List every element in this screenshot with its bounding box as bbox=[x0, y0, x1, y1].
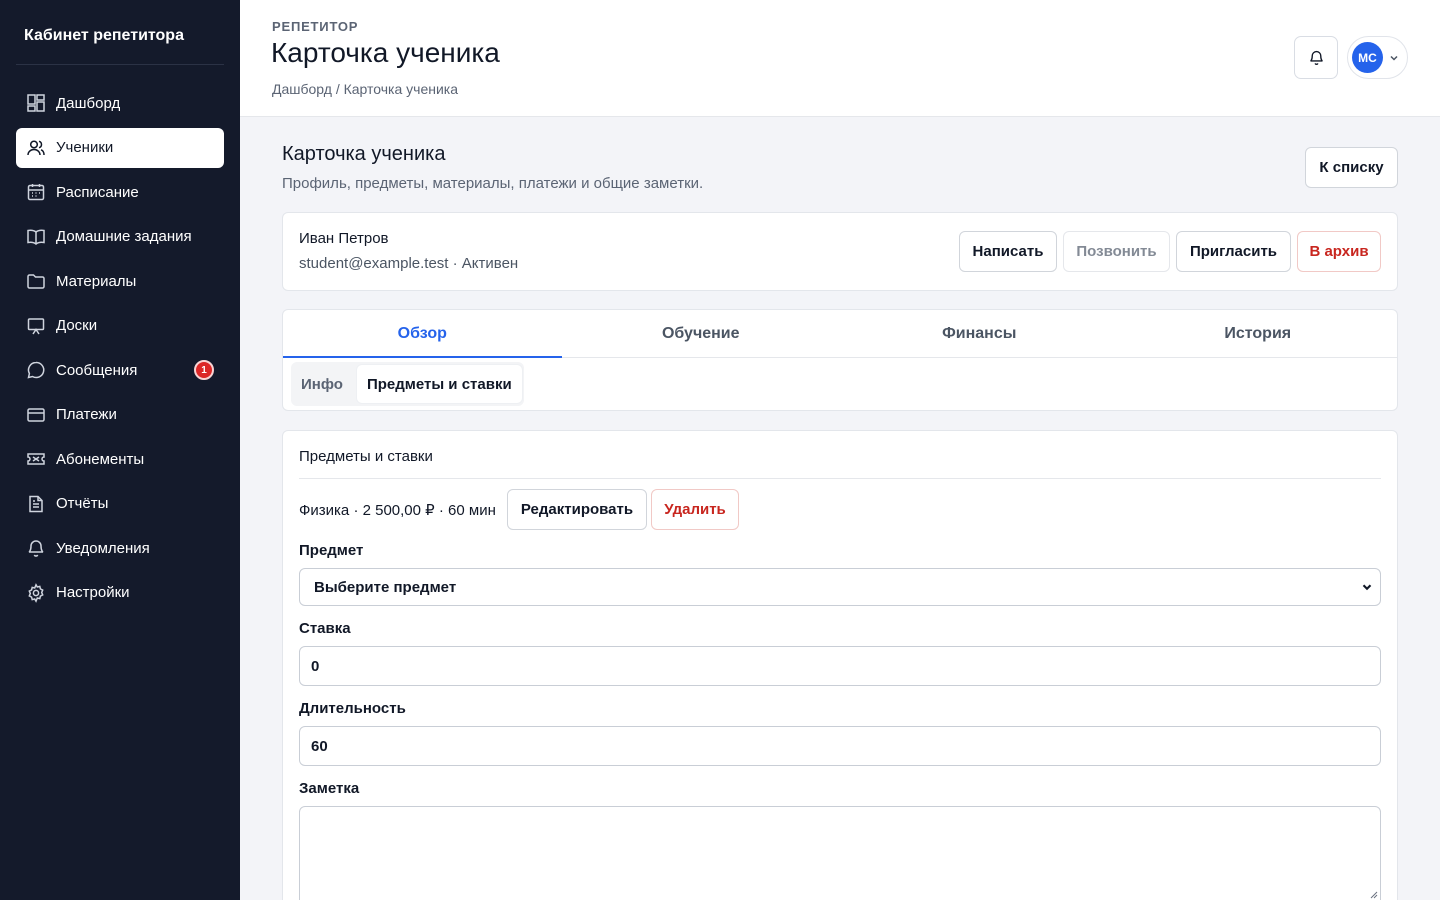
sidebar: Кабинет репетитора Дашборд Ученики Распи… bbox=[0, 0, 240, 900]
sidebar-item-label: Абонементы bbox=[56, 450, 145, 468]
sidebar-item-label: Настройки bbox=[56, 584, 130, 601]
sidebar-item-materials[interactable]: Материалы bbox=[16, 261, 224, 301]
sidebar-item-boards[interactable]: Доски bbox=[16, 306, 224, 346]
sidebar-item-dashboard[interactable]: Дашборд bbox=[16, 83, 224, 123]
folder-icon bbox=[26, 271, 46, 291]
call-button[interactable]: Позвонить bbox=[1063, 231, 1170, 272]
chevron-down-icon bbox=[1360, 580, 1374, 594]
book-icon bbox=[26, 227, 46, 247]
subtab-info[interactable]: Инфо bbox=[291, 365, 353, 403]
tab-history[interactable]: История bbox=[1119, 310, 1398, 357]
tab-learning[interactable]: Обучение bbox=[562, 310, 841, 357]
student-meta: student@example.test · Активен bbox=[299, 255, 519, 272]
student-summary-card: Иван Петров student@example.test · Актив… bbox=[282, 212, 1398, 291]
subject-label: Предмет bbox=[299, 542, 364, 559]
subject-select-value: Выберите предмет bbox=[314, 578, 457, 596]
message-icon bbox=[26, 360, 46, 380]
tab-overview[interactable]: Обзор bbox=[283, 310, 562, 358]
archive-button[interactable]: В архив bbox=[1297, 231, 1381, 272]
duration-input[interactable]: 60 bbox=[299, 726, 1381, 766]
subject-select[interactable]: Выберите предмет bbox=[299, 568, 1381, 606]
gear-icon bbox=[26, 582, 46, 603]
back-to-list-button[interactable]: К списку bbox=[1305, 147, 1398, 188]
credit-card-icon bbox=[26, 405, 46, 425]
dashboard-icon bbox=[26, 93, 46, 113]
bell-icon bbox=[1308, 49, 1325, 66]
sidebar-item-label: Домашние задания bbox=[56, 228, 192, 245]
sidebar-item-label: Отчёты bbox=[56, 495, 109, 512]
sidebar-item-messages[interactable]: Сообщения 1 bbox=[16, 350, 224, 390]
resize-handle-icon[interactable] bbox=[1368, 886, 1378, 900]
ticket-icon bbox=[26, 449, 46, 469]
avatar: МС bbox=[1352, 42, 1383, 73]
sidebar-item-payments[interactable]: Платежи bbox=[16, 395, 224, 435]
sidebar-item-notifications[interactable]: Уведомления bbox=[16, 528, 224, 568]
edit-rate-button[interactable]: Редактировать bbox=[507, 489, 647, 530]
notifications-button[interactable] bbox=[1294, 36, 1338, 79]
sidebar-divider bbox=[16, 64, 224, 65]
invite-button[interactable]: Пригласить bbox=[1176, 231, 1291, 272]
section-subtitle: Профиль, предметы, материалы, платежи и … bbox=[282, 175, 704, 192]
subtab-subjects-rates[interactable]: Предметы и ставки bbox=[356, 365, 522, 403]
calendar-icon bbox=[26, 182, 46, 202]
chevron-down-icon bbox=[1388, 52, 1400, 64]
sidebar-item-reports[interactable]: Отчёты bbox=[16, 484, 224, 524]
brand-title: Кабинет репетитора bbox=[24, 27, 184, 44]
sidebar-item-label: Дашборд bbox=[56, 94, 121, 112]
board-icon bbox=[26, 316, 46, 336]
main-content: Карточка ученика Профиль, предметы, мате… bbox=[240, 118, 1440, 900]
sidebar-item-schedule[interactable]: Расписание bbox=[16, 172, 224, 212]
breadcrumb[interactable]: Дашборд / Карточка ученика bbox=[272, 81, 458, 97]
page-eyebrow: РЕПЕТИТОР bbox=[272, 19, 359, 34]
sidebar-nav: Дашборд Ученики Расписание Домашние зада… bbox=[16, 83, 224, 617]
unread-badge: 1 bbox=[194, 360, 214, 380]
sidebar-item-label: Материалы bbox=[56, 272, 137, 290]
student-name: Иван Петров bbox=[299, 230, 389, 247]
bell-icon bbox=[26, 538, 46, 558]
page-title: Карточка ученика bbox=[271, 37, 500, 68]
sidebar-item-subscriptions[interactable]: Абонементы bbox=[16, 439, 224, 479]
main-tabs: Обзор Обучение Финансы История bbox=[283, 310, 1397, 358]
report-icon bbox=[26, 494, 46, 514]
sidebar-item-label: Сообщения bbox=[56, 361, 138, 379]
note-label: Заметка bbox=[299, 780, 360, 797]
sidebar-item-label: Уведомления bbox=[56, 539, 150, 557]
subjects-rates-card: Предметы и ставки Физика · 2 500,00 ₽ · … bbox=[282, 430, 1398, 900]
sidebar-item-label: Доски bbox=[56, 317, 98, 334]
rate-input[interactable]: 0 bbox=[299, 646, 1381, 686]
sidebar-item-students[interactable]: Ученики bbox=[16, 127, 224, 168]
sidebar-item-label: Ученики bbox=[56, 139, 114, 156]
sidebar-item-settings[interactable]: Настройки bbox=[16, 573, 224, 613]
sidebar-item-label: Расписание bbox=[56, 183, 139, 201]
rate-label: Ставка bbox=[299, 620, 351, 637]
write-button[interactable]: Написать bbox=[959, 231, 1057, 272]
note-textarea[interactable] bbox=[299, 806, 1381, 900]
subject-rate-item: Физика · 2 500,00 ₽ · 60 мин bbox=[299, 502, 496, 519]
sidebar-item-homework[interactable]: Домашние задания bbox=[16, 217, 224, 257]
duration-label: Длительность bbox=[299, 700, 406, 717]
delete-rate-button[interactable]: Удалить bbox=[651, 489, 739, 530]
tab-finance[interactable]: Финансы bbox=[840, 310, 1119, 357]
form-title: Предметы и ставки bbox=[299, 448, 433, 465]
users-icon bbox=[26, 138, 46, 158]
page-header: РЕПЕТИТОР Карточка ученика Дашборд / Кар… bbox=[240, 0, 1440, 117]
tabs-card: Обзор Обучение Финансы История Инфо Пред… bbox=[282, 309, 1398, 411]
section-title: Карточка ученика bbox=[282, 143, 446, 165]
sidebar-item-label: Платежи bbox=[56, 406, 117, 423]
user-menu-button[interactable]: МС bbox=[1347, 36, 1408, 79]
subtabs: Инфо Предметы и ставки bbox=[291, 365, 526, 403]
form-divider bbox=[299, 478, 1381, 479]
